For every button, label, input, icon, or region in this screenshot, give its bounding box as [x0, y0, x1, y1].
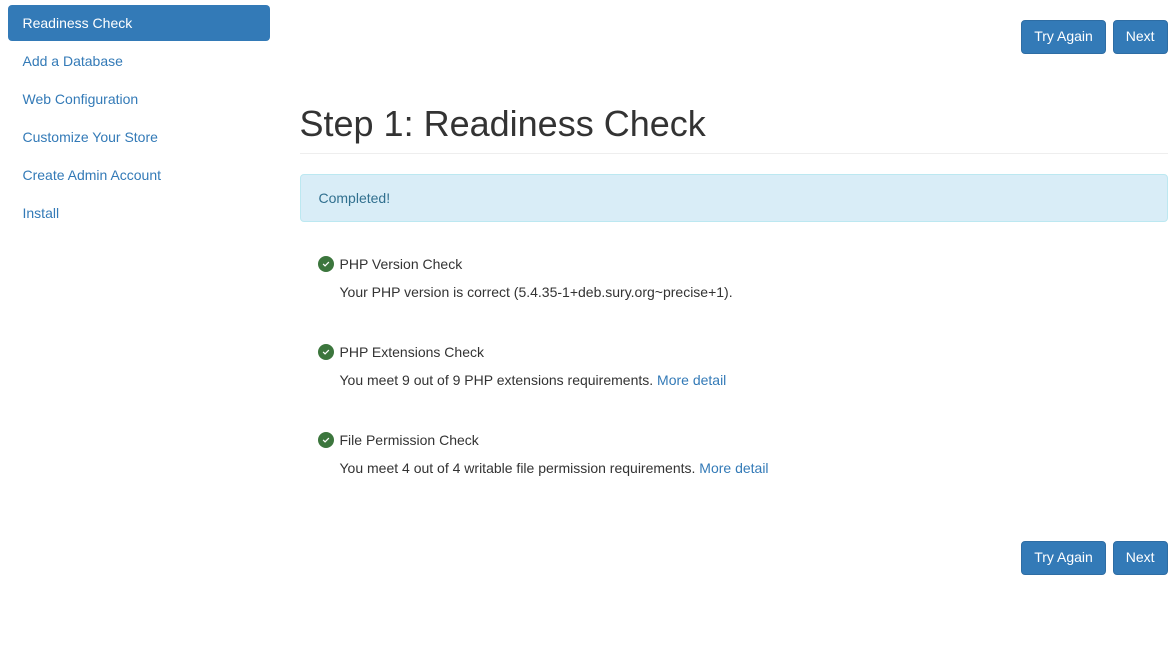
check-success-icon — [318, 432, 334, 448]
main-content: Try Again Next Step 1: Readiness Check C… — [270, 0, 1168, 610]
check-header: PHP Version Check — [318, 256, 1150, 272]
check-header: PHP Extensions Check — [318, 344, 1150, 360]
check-php-version: PHP Version Check Your PHP version is co… — [300, 242, 1168, 330]
check-title: File Permission Check — [340, 432, 479, 448]
sidebar-item-label: Add a Database — [23, 53, 123, 69]
next-button[interactable]: Next — [1113, 20, 1168, 54]
check-success-icon — [318, 344, 334, 360]
check-header: File Permission Check — [318, 432, 1150, 448]
more-detail-link[interactable]: More detail — [657, 372, 726, 388]
check-detail: You meet 9 out of 9 PHP extensions requi… — [318, 360, 1150, 388]
page-title: Step 1: Readiness Check — [300, 104, 1168, 154]
check-file-permission: File Permission Check You meet 4 out of … — [300, 418, 1168, 506]
sidebar-item-label: Customize Your Store — [23, 129, 158, 145]
sidebar-item-label: Web Configuration — [23, 91, 139, 107]
status-banner: Completed! — [300, 174, 1168, 222]
sidebar-item-readiness-check[interactable]: Readiness Check — [8, 5, 270, 41]
sidebar-nav: Readiness Check Add a Database Web Confi… — [8, 0, 270, 233]
check-title: PHP Version Check — [340, 256, 463, 272]
sidebar-item-create-admin-account[interactable]: Create Admin Account — [8, 157, 270, 193]
check-success-icon — [318, 256, 334, 272]
sidebar-item-install[interactable]: Install — [8, 195, 270, 231]
sidebar-item-label: Readiness Check — [23, 15, 133, 31]
sidebar-item-label: Install — [23, 205, 60, 221]
check-title: PHP Extensions Check — [340, 344, 484, 360]
sidebar-item-add-database[interactable]: Add a Database — [8, 43, 270, 79]
check-detail: Your PHP version is correct (5.4.35-1+de… — [318, 272, 1150, 300]
check-detail-text: Your PHP version is correct (5.4.35-1+de… — [340, 284, 733, 300]
bottom-action-bar: Try Again Next — [300, 506, 1168, 610]
sidebar-item-customize-store[interactable]: Customize Your Store — [8, 119, 270, 155]
top-action-bar: Try Again Next — [300, 0, 1168, 59]
sidebar-item-web-configuration[interactable]: Web Configuration — [8, 81, 270, 117]
more-detail-link[interactable]: More detail — [699, 460, 768, 476]
try-again-button[interactable]: Try Again — [1021, 541, 1106, 575]
try-again-button[interactable]: Try Again — [1021, 20, 1106, 54]
check-detail-text: You meet 4 out of 4 writable file permis… — [340, 460, 700, 476]
check-detail-text: You meet 9 out of 9 PHP extensions requi… — [340, 372, 658, 388]
sidebar-item-label: Create Admin Account — [23, 167, 162, 183]
check-detail: You meet 4 out of 4 writable file permis… — [318, 448, 1150, 476]
check-php-extensions: PHP Extensions Check You meet 9 out of 9… — [300, 330, 1168, 418]
next-button[interactable]: Next — [1113, 541, 1168, 575]
